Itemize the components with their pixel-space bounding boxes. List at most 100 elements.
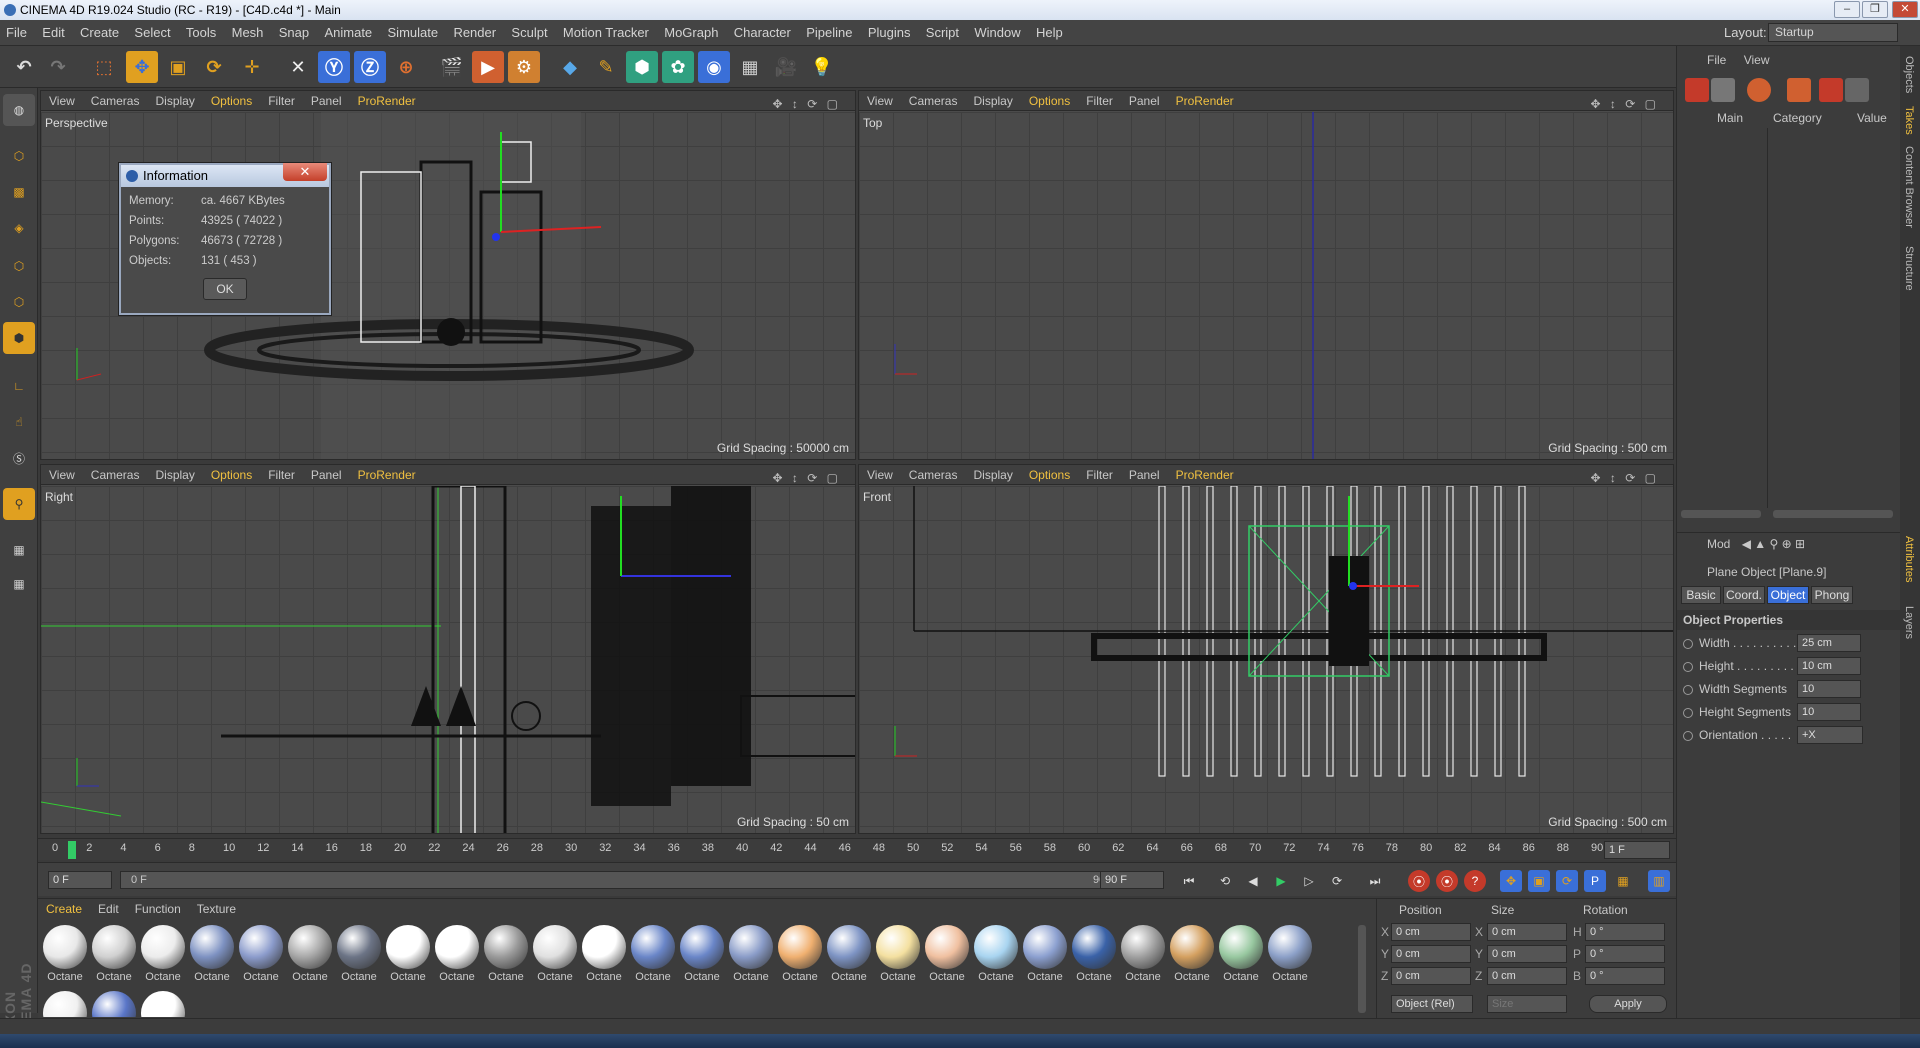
menu-mesh[interactable]: Mesh: [226, 20, 270, 46]
material-swatch[interactable]: [140, 991, 186, 1017]
animate-toggle-icon[interactable]: [1683, 685, 1693, 695]
apply-button[interactable]: Apply: [1589, 995, 1667, 1013]
restore-button[interactable]: ❐: [1862, 1, 1888, 18]
menu-animate[interactable]: Animate: [318, 20, 378, 46]
material-swatch[interactable]: Octane: [924, 925, 970, 987]
animate-toggle-icon[interactable]: [1683, 708, 1693, 718]
vp-panel-menu[interactable]: Panel: [303, 465, 350, 485]
material-swatch[interactable]: Octane: [679, 925, 725, 987]
menu-help[interactable]: Help: [1030, 20, 1069, 46]
menu-script[interactable]: Script: [920, 20, 965, 46]
transform-tool-icon[interactable]: ✛: [236, 51, 268, 83]
tab-content-browser[interactable]: Content Browser: [1903, 146, 1915, 228]
minimize-button[interactable]: –: [1834, 1, 1860, 18]
vp-cameras-menu[interactable]: Cameras: [901, 91, 966, 111]
vp-filter-menu[interactable]: Filter: [260, 91, 303, 111]
vp-view-menu[interactable]: View: [41, 465, 83, 485]
rotation-p-field[interactable]: 0 °: [1585, 945, 1665, 963]
vp-panel-menu[interactable]: Panel: [1121, 91, 1168, 111]
vp-filter-menu[interactable]: Filter: [1078, 465, 1121, 485]
vp-display-menu[interactable]: Display: [965, 465, 1020, 485]
menu-snap[interactable]: Snap: [273, 20, 315, 46]
property-field[interactable]: 10 cm: [1797, 657, 1861, 675]
play-forward-icon[interactable]: ▶: [1270, 870, 1292, 892]
undo-icon[interactable]: ↶: [8, 51, 40, 83]
animate-toggle-icon[interactable]: [1683, 731, 1693, 741]
material-swatch[interactable]: Octane: [189, 925, 235, 987]
viewport-nav-icons[interactable]: ✥ ↕ ⟳ ▢: [765, 94, 849, 114]
tab-basic[interactable]: Basic: [1681, 586, 1721, 604]
objects-view-menu[interactable]: View: [1744, 53, 1770, 67]
menu-file[interactable]: File: [0, 20, 33, 46]
objects-file-menu[interactable]: File: [1707, 53, 1726, 67]
material-swatch[interactable]: Octane: [336, 925, 382, 987]
menu-pipeline[interactable]: Pipeline: [800, 20, 858, 46]
workplane-icon[interactable]: ◈: [3, 212, 35, 244]
playhead[interactable]: [68, 841, 76, 859]
menu-motion-tracker[interactable]: Motion Tracker: [557, 20, 655, 46]
vp-filter-menu[interactable]: Filter: [1078, 91, 1121, 111]
rotation-b-field[interactable]: 0 °: [1585, 967, 1665, 985]
tab-takes[interactable]: Takes: [1903, 106, 1915, 135]
vp-view-menu[interactable]: View: [859, 91, 901, 111]
mat-edit-menu[interactable]: Edit: [90, 899, 127, 919]
make-editable-icon[interactable]: ◍: [3, 94, 35, 126]
live-selection-icon[interactable]: ⬚: [88, 51, 120, 83]
material-swatch[interactable]: Octane: [140, 925, 186, 987]
menu-edit[interactable]: Edit: [36, 20, 70, 46]
y-axis-icon[interactable]: Ⓨ: [318, 51, 350, 83]
material-swatch[interactable]: Octane: [434, 925, 480, 987]
property-field[interactable]: 25 cm: [1797, 634, 1861, 652]
menu-select[interactable]: Select: [128, 20, 176, 46]
material-swatch[interactable]: Octane: [42, 925, 88, 987]
menu-sculpt[interactable]: Sculpt: [505, 20, 553, 46]
material-swatch[interactable]: Octane: [1022, 925, 1068, 987]
camera-icon[interactable]: 🎥: [770, 51, 802, 83]
subdivision-icon[interactable]: ⬢: [626, 51, 658, 83]
vp-display-menu[interactable]: Display: [147, 465, 202, 485]
rotation-h-field[interactable]: 0 °: [1585, 923, 1665, 941]
material-swatch[interactable]: Octane: [826, 925, 872, 987]
render-view-icon[interactable]: 🎬: [436, 51, 468, 83]
viewport-nav-icons[interactable]: ✥ ↕ ⟳ ▢: [765, 468, 849, 488]
record-keys-icon[interactable]: ⦿: [1408, 870, 1430, 892]
vp-panel-menu[interactable]: Panel: [1121, 465, 1168, 485]
scale-key-icon[interactable]: ▣: [1528, 870, 1550, 892]
material-swatch[interactable]: Octane: [483, 925, 529, 987]
previous-key-icon[interactable]: ⟲: [1214, 870, 1236, 892]
mat-create-menu[interactable]: Create: [38, 899, 90, 919]
coordinate-mode-select[interactable]: Object (Rel): [1391, 995, 1473, 1013]
close-window-button[interactable]: ✕: [1892, 1, 1918, 18]
planar-workplane-icon[interactable]: ▦: [3, 568, 35, 600]
menu-tools[interactable]: Tools: [180, 20, 222, 46]
size-y-field[interactable]: 0 cm: [1487, 945, 1567, 963]
attributes-mode-menu[interactable]: Mod: [1707, 537, 1730, 551]
viewport-front[interactable]: View Cameras Display Options Filter Panel ProR…: [858, 464, 1674, 834]
horizontal-scrollbar-2[interactable]: [1773, 510, 1893, 518]
texture-mode-icon[interactable]: ▩: [3, 176, 35, 208]
material-swatch[interactable]: Octane: [532, 925, 578, 987]
menu-window[interactable]: Window: [968, 20, 1026, 46]
override-icon[interactable]: [1819, 78, 1843, 102]
vp-prorender-menu[interactable]: ProRender: [1168, 465, 1242, 485]
material-scrollbar[interactable]: [1358, 925, 1366, 1013]
material-swatch[interactable]: Octane: [630, 925, 676, 987]
layout-select[interactable]: Startup: [1768, 23, 1898, 42]
rotate-tool-icon[interactable]: ⟳: [198, 51, 230, 83]
axis-mode-icon[interactable]: ∟: [3, 370, 35, 402]
tab-layers[interactable]: Layers: [1903, 606, 1915, 639]
go-to-start-icon[interactable]: ⏮: [1178, 870, 1200, 892]
material-swatch[interactable]: Octane: [973, 925, 1019, 987]
viewport-top[interactable]: View Cameras Display Options Filter Panel ProR…: [858, 90, 1674, 460]
viewport-canvas[interactable]: Top Grid Spacing : 500 cm: [859, 112, 1673, 459]
material-swatch[interactable]: Octane: [1218, 925, 1264, 987]
timeline-window-icon[interactable]: ▥: [1648, 870, 1670, 892]
menu-character[interactable]: Character: [728, 20, 797, 46]
move-tool-icon[interactable]: ✥: [126, 51, 158, 83]
position-z-field[interactable]: 0 cm: [1391, 967, 1471, 985]
vp-view-menu[interactable]: View: [41, 91, 83, 111]
animate-toggle-icon[interactable]: [1683, 639, 1693, 649]
tab-coord[interactable]: Coord.: [1723, 586, 1765, 604]
vp-prorender-menu[interactable]: ProRender: [350, 91, 424, 111]
vp-view-menu[interactable]: View: [859, 465, 901, 485]
